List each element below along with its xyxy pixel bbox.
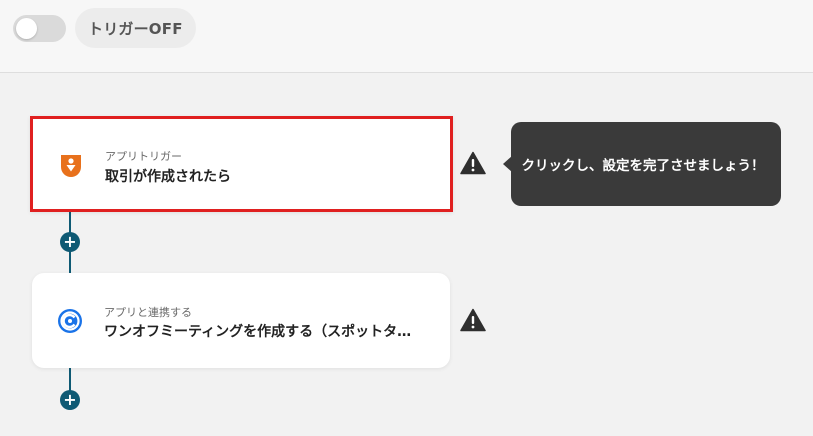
- step-title: 取引が作成されたら: [105, 169, 231, 185]
- trigger-app-icon: [57, 151, 85, 179]
- top-bar: トリガーOFF: [0, 0, 813, 73]
- toggle-knob: [16, 18, 37, 39]
- add-step-button-1[interactable]: +: [60, 232, 80, 252]
- warning-icon: [460, 308, 486, 332]
- trigger-toggle[interactable]: [13, 15, 66, 42]
- trigger-step-card[interactable]: アプリトリガー 取引が作成されたら: [30, 116, 453, 212]
- step-type-label: アプリと連携する: [104, 306, 192, 319]
- action-step-card[interactable]: アプリと連携する ワンオフミーティングを作成する（スポットタ…: [32, 273, 450, 368]
- step-title: ワンオフミーティングを作成する（スポットタ…: [104, 324, 412, 340]
- step-type-label: アプリトリガー: [105, 150, 182, 163]
- trigger-status-label: トリガーOFF: [75, 8, 196, 48]
- warning-icon: [460, 151, 486, 175]
- setup-tooltip: クリックし、設定を完了させましょう！: [511, 122, 781, 206]
- add-step-button-2[interactable]: +: [60, 390, 80, 410]
- meeting-app-icon: [56, 307, 84, 335]
